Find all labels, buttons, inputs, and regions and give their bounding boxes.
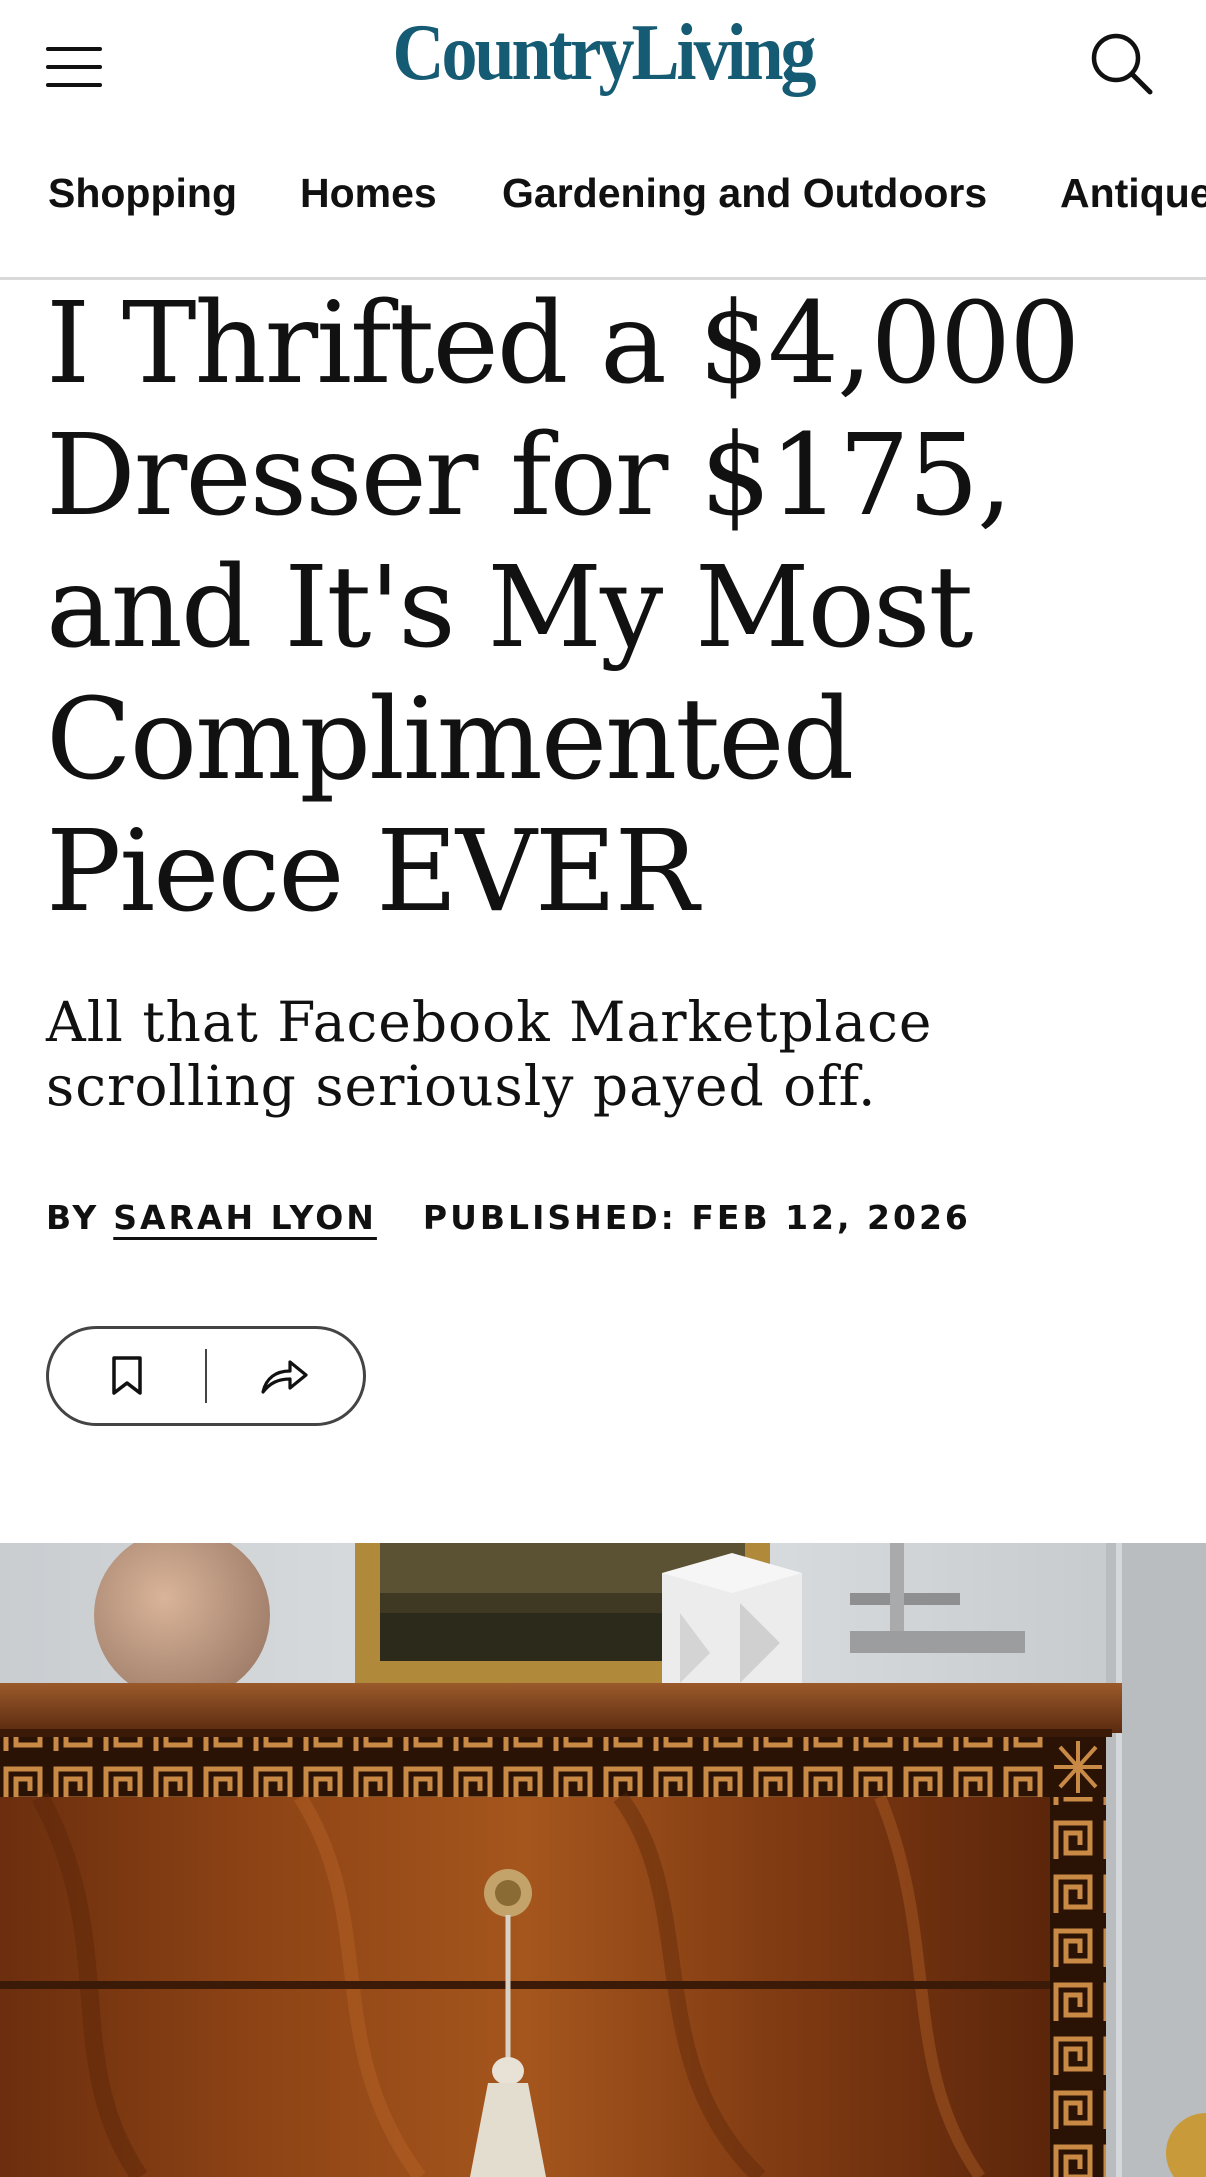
share-button[interactable] (207, 1329, 363, 1423)
byline-by-label: BY (46, 1197, 100, 1237)
bookmark-icon (112, 1356, 142, 1395)
published-date: PUBLISHED: FEB 12, 2026 (422, 1197, 971, 1237)
nav-item-homes[interactable]: Homes (300, 170, 437, 217)
site-logo[interactable]: CountryLiving (0, 12, 1206, 93)
search-button[interactable] (1086, 28, 1158, 100)
hero-image (0, 1543, 1206, 2177)
article-headline: I Thrifted a $4,000 Dresser for $175, an… (46, 279, 1080, 937)
nav-item-antiques[interactable]: Antiques (1060, 170, 1206, 217)
category-nav: Shopping Homes Gardening and Outdoors An… (0, 136, 1206, 280)
article-byline: BY SARAH LYON PUBLISHED: FEB 12, 2026 (46, 1192, 971, 1242)
save-button[interactable] (49, 1329, 205, 1423)
site-header: CountryLiving (0, 0, 1206, 136)
article-dek: All that Facebook Marketplace scrolling … (46, 990, 933, 1118)
dresser-photo (0, 1543, 1206, 2177)
search-icon (1091, 33, 1153, 95)
share-icon (261, 1360, 308, 1394)
nav-item-gardening-and-outdoors[interactable]: Gardening and Outdoors (502, 170, 987, 217)
nav-item-shopping[interactable]: Shopping (48, 170, 237, 217)
author-link[interactable]: SARAH LYON (113, 1198, 377, 1237)
article-actions (46, 1326, 366, 1426)
